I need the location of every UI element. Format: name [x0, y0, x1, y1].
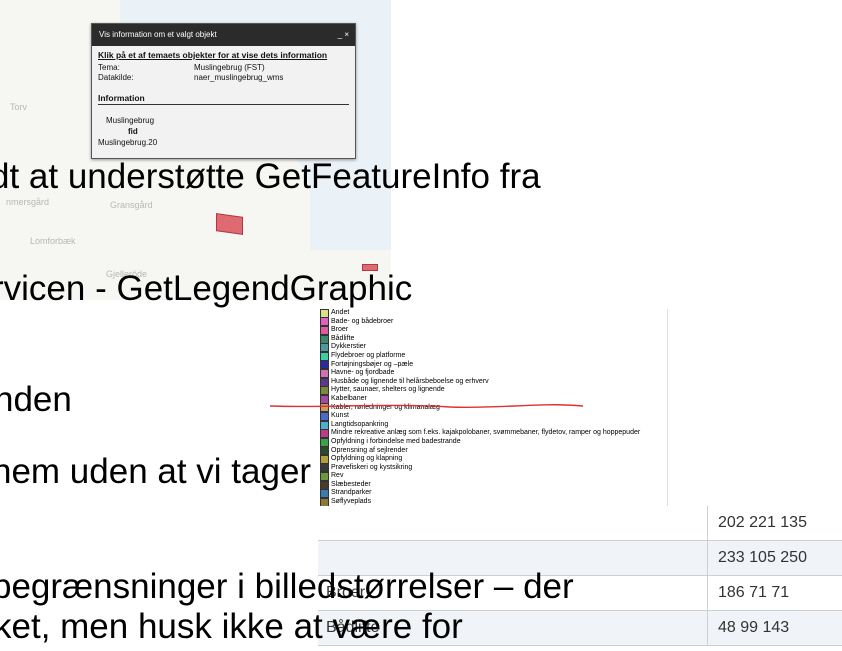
legend-item: Flydebroer og platforme	[320, 351, 667, 361]
map-place-label: Gransgård	[110, 200, 153, 210]
legend-item: Prøvefiskeri og kystsikring	[320, 463, 667, 473]
map-place-label: Torv	[10, 102, 28, 112]
table-cell-value: 186 71 71	[707, 576, 842, 610]
legend-label: Hytter, saunaer, shelters og lignende	[331, 386, 445, 394]
popup-info: Muslingebrug fid Muslingebrug.20	[98, 115, 349, 148]
legend-item: Andet	[320, 308, 667, 318]
legend-label: Bade- og bådebroer	[331, 317, 394, 325]
popup-section-title: Information	[98, 93, 349, 105]
popup-info-value: Muslingebrug.20	[98, 138, 158, 147]
table-cell-name	[318, 506, 707, 540]
legend-label: Strandparker	[331, 489, 372, 497]
legend-label: Andet	[331, 309, 350, 316]
legend-item: Mindre rekreative anlæg som f.eks. kajak…	[320, 429, 667, 439]
legend-label: Rev	[331, 472, 344, 480]
slide-text-line: rvicen - GetLegendGraphic	[0, 269, 413, 308]
legend-label: Husbåde og lignende til helårsbeboelse o…	[331, 377, 489, 385]
map-place-label: Lomforbæk	[30, 236, 76, 246]
legend-item: Opfyldning og klapning	[320, 454, 667, 464]
legend-label: Opfyldning i forbindelse med badestrande	[331, 437, 461, 445]
popup-titlebar[interactable]: Vis information om et valgt objekt _ ×	[92, 24, 355, 46]
table-cell-value: 48 99 143	[707, 611, 842, 645]
legend-item: Bådlifte	[320, 334, 667, 344]
legend-item: Fortøjningsbøjer og –pæle	[320, 360, 667, 370]
legend-item: Dykkerstier	[320, 343, 667, 353]
legend-item: Opfyldning i forbindelse med badestrande	[320, 437, 667, 447]
popup-row-value: Muslingebrug (FST)	[194, 63, 265, 72]
legend-item: Broer	[320, 325, 667, 335]
legend-label: Flydebroer og platforme	[331, 351, 406, 359]
popup-heading: Klik på et af temaets objekter for at vi…	[98, 50, 328, 60]
legend-item: Husbåde og lignende til helårsbeboelse o…	[320, 377, 667, 387]
slide-text-line: ket, men husk ikke at være for	[0, 607, 463, 646]
legend-label: Broer	[331, 326, 349, 334]
legend-item: Rev	[320, 472, 667, 482]
legend-label: Opfyldning og klapning	[331, 455, 403, 463]
legend-item: Bade- og bådebroer	[320, 317, 667, 327]
legend-label: Mindre rekreative anlæg som f.eks. kajak…	[331, 429, 641, 437]
legend-item: Strandparker	[320, 489, 667, 499]
legend-label: Oprensning af sejlrender	[331, 446, 408, 454]
slide-text-line: nden	[0, 380, 72, 419]
popup-row-key: Tema:	[98, 63, 120, 72]
legend-item: Havne- og fjordbade	[320, 368, 667, 378]
legend-label: Havne- og fjordbade	[331, 369, 395, 377]
legend-label: Prøvefiskeri og kystsikring	[331, 463, 413, 471]
popup-info-field: fid	[128, 127, 138, 136]
legend-label: Langtidsopankring	[331, 420, 389, 428]
popup-row-value: naer_muslingebrug_wms	[194, 73, 284, 82]
popup-row-key: Datakilde:	[98, 73, 134, 82]
popup-row-theme: Tema: Muslingebrug (FST)	[98, 63, 349, 73]
slide-text-line: dt at understøtte GetFeatureInfo fra	[0, 157, 541, 196]
info-popup: Vis information om et valgt objekt _ × K…	[91, 23, 356, 159]
legend-item: Hytter, saunaer, shelters og lignende	[320, 386, 667, 396]
legend-label: Dykkerstier	[331, 343, 367, 351]
map-feature-polygon[interactable]	[216, 213, 243, 235]
table-row: 202 221 135	[318, 506, 842, 541]
popup-window-controls[interactable]: _ ×	[338, 24, 349, 46]
popup-info-layer: Muslingebrug	[106, 116, 155, 125]
slide-text-line: begrænsninger i billedstørrelser – der	[0, 567, 574, 606]
popup-row-source: Datakilde: naer_muslingebrug_wms	[98, 73, 349, 83]
legend-item: Langtidsopankring	[320, 420, 667, 430]
table-cell-value: 233 105 250	[707, 541, 842, 575]
legend-label: Slæbesteder	[331, 480, 371, 488]
table-cell-value: 202 221 135	[707, 506, 842, 540]
red-underline-annotation	[270, 404, 583, 409]
legend-item: Slæbesteder	[320, 480, 667, 490]
popup-title: Vis information om et valgt objekt	[99, 30, 217, 39]
map-place-label: nmersgård	[6, 197, 50, 207]
legend-item: Oprensning af sejlrender	[320, 446, 667, 456]
legend-label: Bådlifte	[331, 334, 355, 342]
legend-label: Fortøjningsbøjer og –pæle	[331, 360, 414, 368]
